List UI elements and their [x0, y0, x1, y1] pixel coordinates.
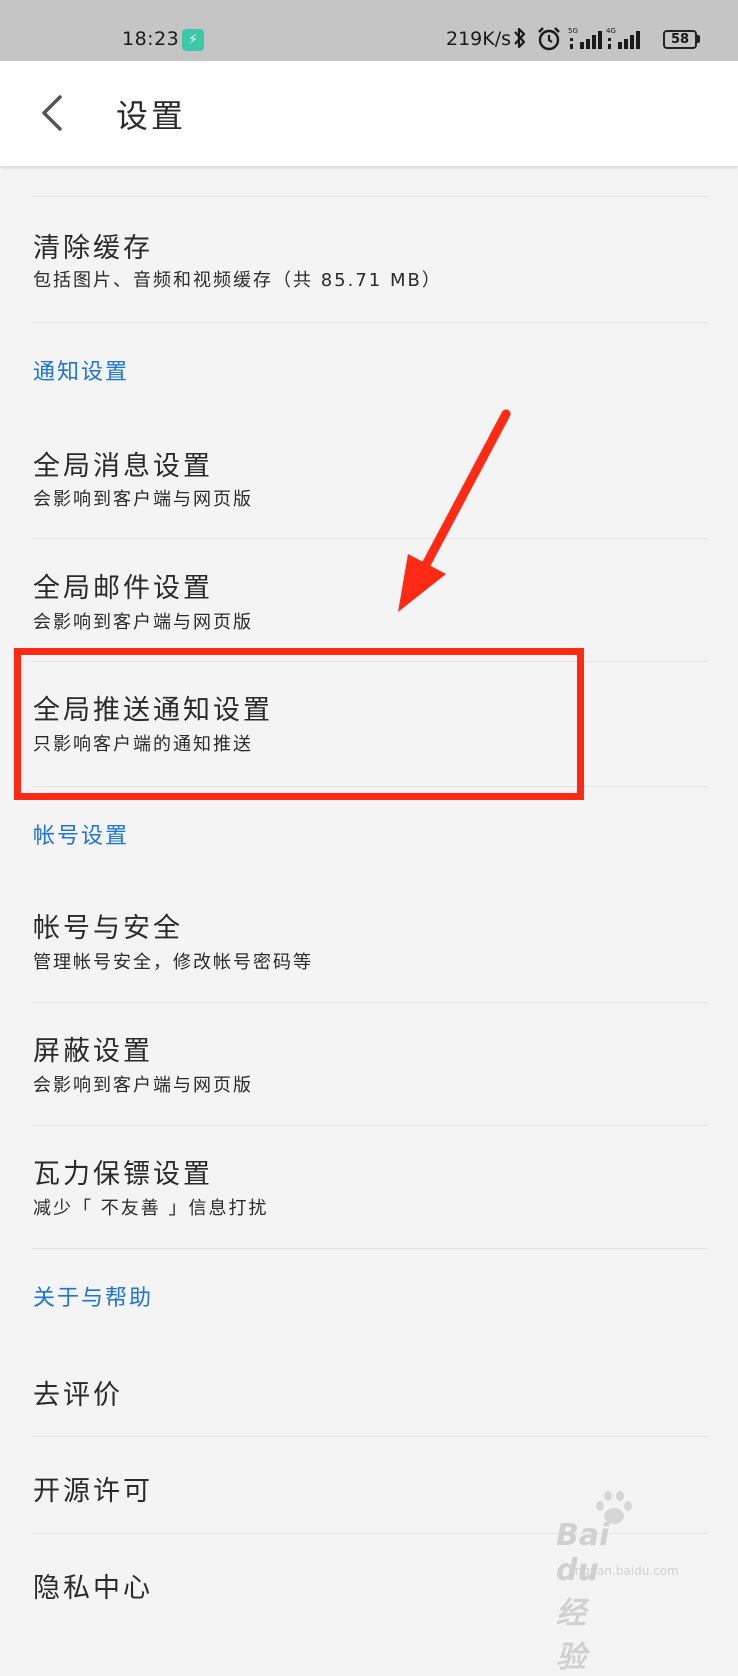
signal1-tag: 5G: [568, 27, 578, 35]
section-account-settings: 帐号设置: [33, 824, 130, 849]
battery-tip: [697, 35, 700, 43]
highlight-box: [14, 648, 584, 800]
status-bar: 18:23 ⚡ 219K/s 5G 4G 58: [0, 0, 738, 61]
global-mail-settings-title: 全局邮件设置: [33, 573, 213, 604]
global-mail-settings-subtitle: 会影响到客户端与网页版: [33, 612, 253, 633]
divider: [32, 1248, 708, 1249]
wali-guard-settings-subtitle: 减少「 不友善 」信息打扰: [33, 1198, 269, 1219]
charging-icon: ⚡: [182, 29, 204, 51]
app-bar: 设置: [0, 61, 738, 166]
privacy-center-title: 隐私中心: [33, 1573, 153, 1604]
back-button[interactable]: [30, 91, 74, 135]
alarm-icon: [538, 27, 560, 51]
open-source-license-title: 开源许可: [33, 1476, 153, 1507]
signal-4g-icon: 4G: [606, 27, 640, 49]
section-notification-settings: 通知设置: [33, 360, 130, 385]
signal-5g-icon: 5G: [568, 27, 602, 49]
clear-cache-subtitle: 包括图片、音频和视频缓存（共 85.71 MB）: [33, 270, 442, 291]
global-message-settings-title: 全局消息设置: [33, 451, 213, 482]
network-speed: 219K/s: [446, 28, 512, 50]
watermark-sub: jingyan.baidu.com: [568, 1564, 679, 1578]
block-settings-title: 屏蔽设置: [33, 1036, 153, 1067]
watermark-text: Bai du 经验: [556, 1518, 610, 1675]
account-security-title: 帐号与安全: [33, 913, 183, 944]
section-about-help: 关于与帮助: [33, 1286, 154, 1311]
wali-guard-settings-title: 瓦力保镖设置: [33, 1159, 213, 1190]
page-title: 设置: [116, 97, 187, 135]
signal2-tag: 4G: [606, 27, 616, 35]
bluetooth-icon: [514, 27, 526, 49]
clear-cache-title: 清除缓存: [33, 233, 153, 264]
divider: [32, 322, 708, 323]
chevron-left-icon: [42, 95, 62, 131]
account-security-subtitle: 管理帐号安全，修改帐号密码等: [33, 952, 313, 973]
status-time: 18:23: [122, 28, 180, 50]
global-message-settings-subtitle: 会影响到客户端与网页版: [33, 489, 253, 510]
rate-app-title: 去评价: [33, 1380, 123, 1411]
battery-icon: 58: [663, 30, 697, 49]
block-settings-subtitle: 会影响到客户端与网页版: [33, 1075, 253, 1096]
red-arrow-icon: [398, 409, 511, 612]
